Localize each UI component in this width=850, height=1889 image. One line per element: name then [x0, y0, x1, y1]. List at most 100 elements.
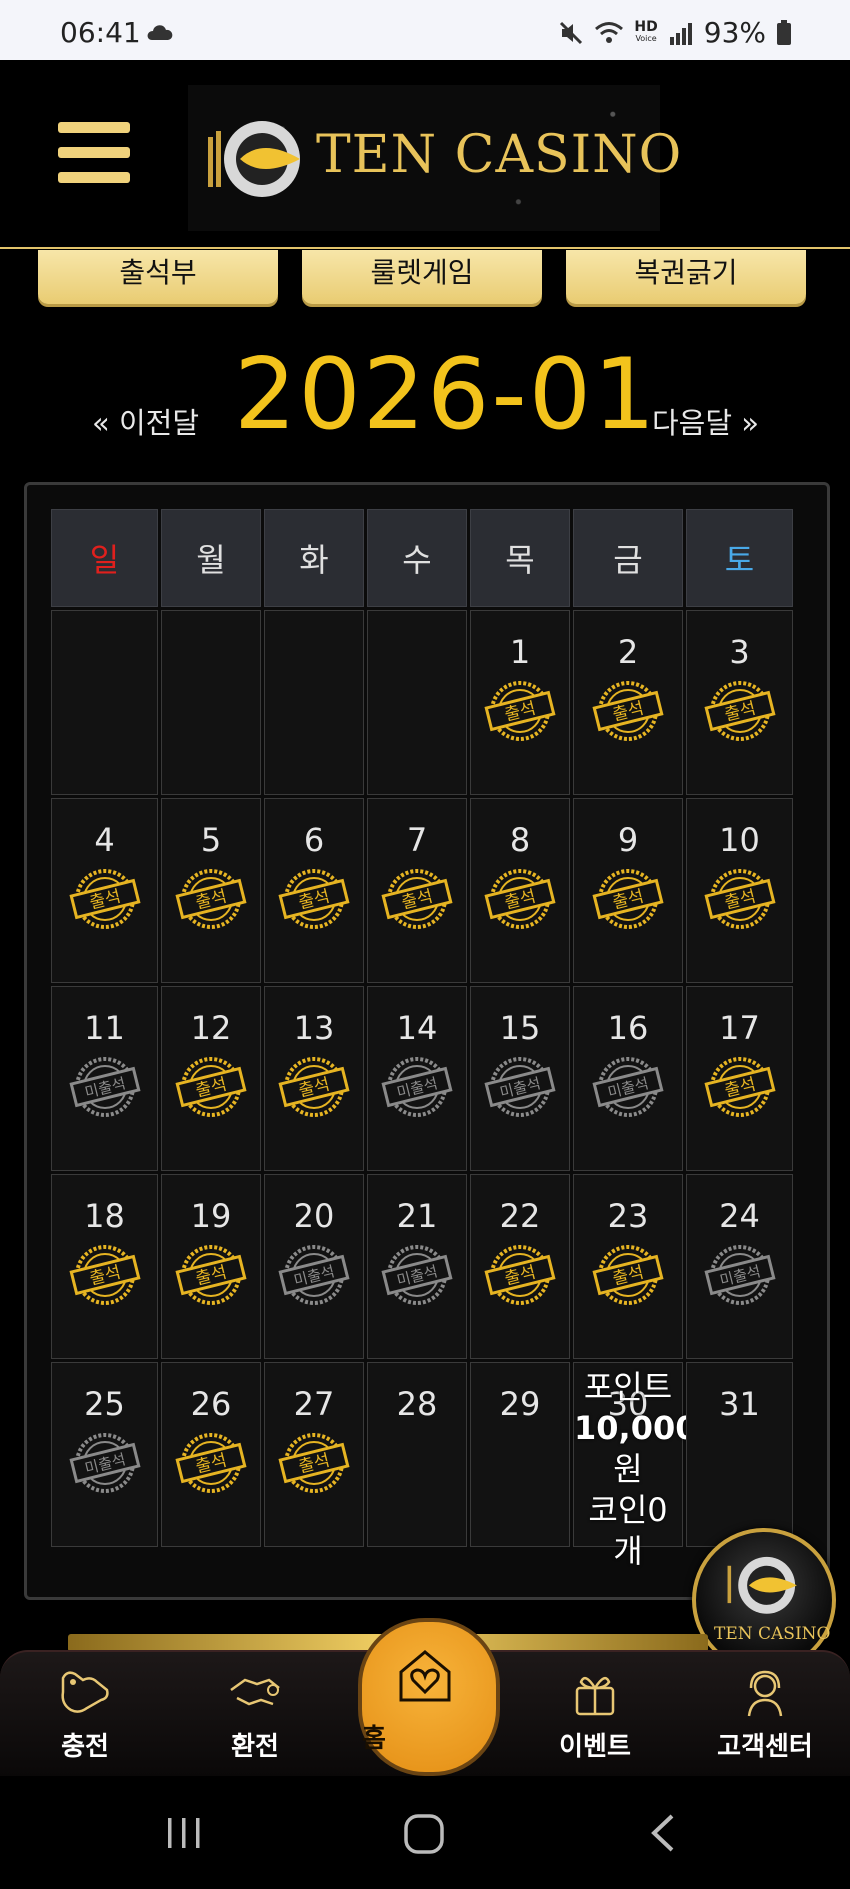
day-number: 8 [509, 821, 531, 859]
back-icon[interactable] [648, 1812, 678, 1854]
calendar-day-cell[interactable]: 20 미출석 [264, 1174, 364, 1359]
calendar-day-cell[interactable]: 25 미출석 [51, 1362, 158, 1547]
absent-stamp-icon: 미출석 [381, 1057, 453, 1117]
day-number: 25 [84, 1385, 125, 1423]
tab-scratch-lottery[interactable]: 복권긁기 [566, 250, 806, 304]
calendar-day-cell[interactable]: 26 출석 [161, 1362, 261, 1547]
ten-casino-logo[interactable]: TEN CASINO [188, 85, 681, 231]
attended-stamp-icon: 출석 [278, 869, 350, 929]
calendar-day-cell[interactable]: 5 출석 [161, 798, 261, 983]
calendar-day-cell[interactable]: 27 출석 [264, 1362, 364, 1547]
status-icons: HD Voice 93% [558, 16, 792, 49]
calendar-day-cell[interactable]: 15 미출석 [470, 986, 570, 1171]
tab-attendance[interactable]: 출석부 [38, 250, 278, 304]
calendar-day-cell[interactable]: 13 출석 [264, 986, 364, 1171]
attended-stamp-icon: 출석 [703, 681, 776, 741]
absent-stamp-icon: 미출석 [484, 1057, 556, 1117]
calendar-day-cell[interactable]: 1 출석 [470, 610, 570, 795]
calendar-day-cell[interactable]: 4 출석 [51, 798, 158, 983]
day-number: 10 [719, 821, 760, 859]
day-number: 15 [499, 1009, 541, 1047]
attended-stamp-icon: 출석 [592, 869, 664, 929]
nav-support-label: 고객센터 [717, 1732, 813, 1762]
calendar-empty-cell [51, 610, 158, 795]
calendar-day-cell[interactable]: 7 출석 [367, 798, 467, 983]
calendar-week-row: 25 미출석 26 출석 27 출석 28 29 30 포인트 10,000 원 코인0 개 31 [51, 1362, 793, 1570]
calendar-empty-cell [161, 610, 261, 795]
absent-stamp-icon: 미출석 [278, 1245, 350, 1305]
day-number: 9 [617, 821, 639, 859]
reward-tooltip: 포인트 10,000 원 코인0 개 [574, 1368, 698, 1570]
day-number: 20 [293, 1197, 335, 1235]
calendar-day-cell[interactable]: 19 출석 [161, 1174, 261, 1359]
nav-home[interactable]: 홈 [358, 1618, 500, 1776]
calendar-day-cell[interactable]: 9 출석 [573, 798, 683, 983]
nav-event[interactable]: 이벤트 [520, 1652, 670, 1778]
nav-exchange-label: 환전 [231, 1732, 279, 1762]
attended-stamp-icon: 출석 [175, 869, 247, 929]
day-number: 21 [396, 1197, 438, 1235]
calendar-day-cell[interactable]: 21 미출석 [367, 1174, 467, 1359]
calendar-day-cell[interactable]: 31 [686, 1362, 793, 1547]
nav-exchange[interactable]: 환전 [180, 1652, 330, 1778]
day-number: 6 [303, 821, 325, 859]
tab-roulette[interactable]: 룰렛게임 [302, 250, 542, 304]
calendar-day-cell[interactable]: 14 미출석 [367, 986, 467, 1171]
day-number: 26 [190, 1385, 232, 1423]
calendar-day-cell[interactable]: 23 출석 [573, 1174, 683, 1359]
calendar-day-cell[interactable]: 22 출석 [470, 1174, 570, 1359]
attended-stamp-icon: 출석 [703, 1057, 776, 1117]
next-month-link[interactable]: 다음달 » [652, 400, 759, 442]
weekday-wed: 수 [367, 509, 467, 607]
battery-icon [777, 19, 791, 45]
calendar-week-row: 11 미출석 12 출석 13 출석 14 미출석 15 미출석 16 미출석 17 출석 [51, 986, 793, 1171]
calendar-day-cell[interactable]: 17 출석 [686, 986, 793, 1171]
calendar-empty-cell [367, 610, 467, 795]
signal-icon [669, 22, 692, 45]
attended-stamp-icon: 출석 [175, 1057, 247, 1117]
calendar-day-cell[interactable]: 12 출석 [161, 986, 261, 1171]
status-bar: 06:41 HD Voice 93% [0, 0, 850, 60]
calendar-day-cell[interactable]: 3 출석 [686, 610, 793, 795]
calendar-day-cell[interactable]: 6 출석 [264, 798, 364, 983]
prev-month-link[interactable]: « 이전달 [92, 400, 199, 442]
day-number: 4 [94, 821, 115, 859]
calendar-day-cell[interactable]: 24 미출석 [686, 1174, 793, 1359]
calendar-day-cell[interactable]: 30 포인트 10,000 원 코인0 개 [573, 1362, 697, 1570]
day-number: 29 [499, 1385, 541, 1423]
logo-eye-icon [208, 121, 300, 197]
calendar-day-cell[interactable]: 2 출석 [573, 610, 683, 795]
day-number: 19 [190, 1197, 232, 1235]
nav-support[interactable]: 고객센터 [690, 1652, 840, 1778]
day-number: 3 [729, 633, 750, 671]
day-number: 28 [396, 1385, 438, 1423]
home-heart-icon [399, 1650, 451, 1702]
absent-stamp-icon: 미출석 [68, 1057, 141, 1117]
attended-stamp-icon: 출석 [703, 869, 776, 929]
menu-icon[interactable] [58, 122, 130, 184]
calendar-day-cell[interactable]: 28 [367, 1362, 467, 1547]
gift-icon [575, 1676, 615, 1716]
home-icon[interactable] [402, 1812, 446, 1856]
recents-icon[interactable] [164, 1812, 204, 1852]
calendar-day-cell[interactable]: 29 [470, 1362, 570, 1547]
calendar-day-cell[interactable]: 8 출석 [470, 798, 570, 983]
attended-stamp-icon: 출석 [175, 1245, 247, 1305]
attended-stamp-icon: 출석 [592, 1245, 664, 1305]
logo-text: TEN CASINO [316, 125, 683, 185]
calendar-day-cell[interactable]: 16 미출석 [573, 986, 683, 1171]
support-agent-icon [747, 1670, 783, 1717]
day-number: 13 [293, 1009, 335, 1047]
day-number: 31 [719, 1385, 760, 1423]
calendar-day-cell[interactable]: 18 출석 [51, 1174, 158, 1359]
nav-charge[interactable]: 충전 [10, 1652, 160, 1778]
day-number: 14 [396, 1009, 438, 1047]
day-number: 23 [607, 1197, 649, 1235]
attended-stamp-icon: 출석 [592, 681, 664, 741]
calendar-day-cell[interactable]: 10 출석 [686, 798, 793, 983]
attended-stamp-icon: 출석 [175, 1433, 247, 1493]
nav-event-label: 이벤트 [559, 1732, 631, 1762]
weekday-mon: 월 [161, 509, 261, 607]
calendar-week-row: 18 출석 19 출석 20 미출석 21 미출석 22 출석 23 출석 24 미출석 [51, 1174, 793, 1359]
calendar-day-cell[interactable]: 11 미출석 [51, 986, 158, 1171]
